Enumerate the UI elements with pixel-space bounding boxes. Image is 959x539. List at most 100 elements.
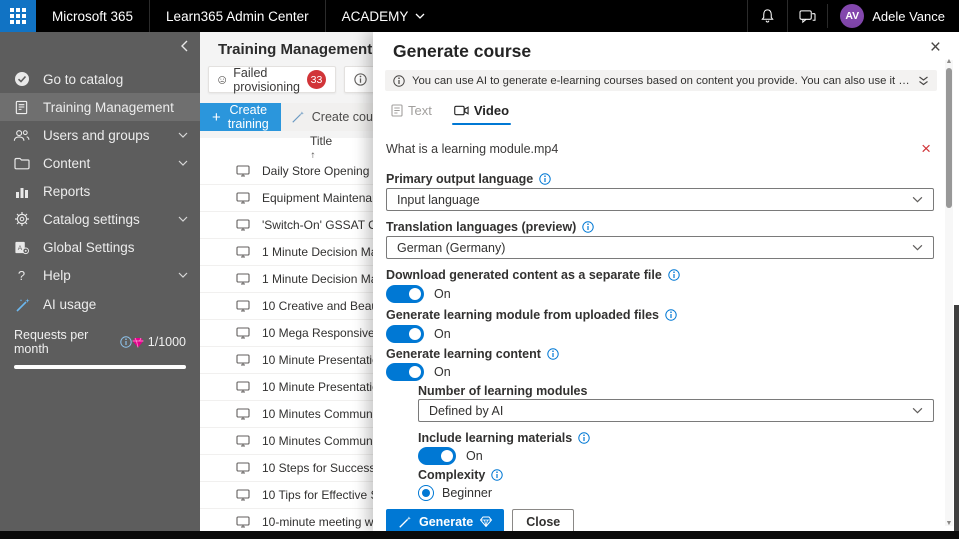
file-name: What is a learning module.mp4 — [386, 141, 559, 156]
course-screen-icon — [234, 271, 251, 288]
sidebar-item-reports[interactable]: Reports — [0, 177, 200, 205]
sidebar-item-global-settings[interactable]: A Global Settings — [0, 233, 200, 261]
list-item[interactable]: 10 Tips for Effective Speaking — [200, 482, 373, 509]
info-icon[interactable] — [547, 348, 559, 360]
global-settings-icon: A — [13, 239, 30, 256]
sidebar-item-catalog-settings[interactable]: Catalog settings — [0, 205, 200, 233]
text-document-icon — [391, 104, 403, 117]
num-modules-select[interactable]: Defined by AI — [418, 399, 934, 422]
dialog-scrollbar[interactable]: ▲ ▼ — [945, 58, 953, 528]
course-screen-icon — [234, 244, 251, 261]
notifications-button[interactable] — [747, 0, 787, 32]
tenant-switcher[interactable]: ACADEMY — [326, 0, 442, 32]
list-item[interactable]: 10 Minute Presentation Skills — [200, 347, 373, 374]
list-item[interactable]: 10 Minutes Communication Sk — [200, 428, 373, 455]
sidebar-item-users-and-groups[interactable]: Users and groups — [0, 121, 200, 149]
ai-usage-count: 1/1000 — [147, 335, 186, 349]
scroll-up-icon[interactable]: ▲ — [945, 58, 953, 66]
account-menu[interactable]: AV Adele Vance — [827, 4, 959, 28]
translation-languages-select[interactable]: German (Germany) — [386, 236, 934, 259]
close-dialog-icon[interactable]: × — [930, 38, 941, 57]
chevron-down-icon — [178, 132, 188, 138]
brand-microsoft365[interactable]: Microsoft 365 — [36, 0, 151, 32]
chevron-down-icon — [415, 13, 425, 19]
list-item[interactable]: 10-minute meeting warm-up — [200, 509, 373, 531]
collapse-sidebar-button[interactable] — [180, 40, 188, 52]
download-separate-toggle[interactable] — [386, 285, 424, 303]
chevron-down-icon — [912, 196, 923, 203]
generate-from-files-toggle[interactable] — [386, 325, 424, 343]
list-item[interactable]: Equipment Maintenance for R — [200, 185, 373, 212]
chevron-left-icon — [181, 40, 188, 52]
chevron-down-icon — [912, 407, 923, 414]
tab-text[interactable]: Text — [385, 99, 438, 125]
list-item[interactable]: Daily Store Opening Routines — [200, 158, 373, 185]
course-screen-icon — [234, 460, 251, 477]
remove-file-icon[interactable]: × — [921, 140, 931, 157]
list-item[interactable]: 10 Minutes Communication Sk — [200, 401, 373, 428]
scroll-down-icon[interactable]: ▼ — [945, 520, 953, 528]
waffle-grid-icon — [10, 8, 26, 24]
chat-icon — [799, 9, 816, 23]
list-item[interactable]: 10 Steps for Successful Apprai — [200, 455, 373, 482]
training-list: Daily Store Opening Routines Equipment M… — [200, 158, 373, 531]
checkmark-circle-icon — [13, 71, 30, 88]
sidebar-item-training-management[interactable]: Training Management — [0, 93, 200, 121]
info-icon[interactable] — [668, 269, 680, 281]
course-screen-icon — [234, 433, 251, 450]
generate-from-files-label: Generate learning module from uploaded f… — [386, 308, 677, 322]
chevron-down-icon — [912, 244, 923, 251]
bell-icon — [761, 9, 774, 23]
info-icon[interactable] — [665, 309, 677, 321]
gem-diamond-icon — [132, 337, 144, 348]
video-camera-icon — [454, 105, 469, 116]
scrollbar-thumb[interactable] — [946, 68, 952, 208]
course-screen-icon — [234, 325, 251, 342]
course-screen-icon — [234, 379, 251, 396]
list-item[interactable]: 1 Minute Decision Making — [200, 239, 373, 266]
feedback-button[interactable] — [787, 0, 827, 32]
question-mark-icon: ? — [17, 267, 26, 283]
training-clipboard-icon — [13, 99, 30, 116]
sidebar-item-go-to-catalog[interactable]: Go to catalog — [0, 65, 200, 93]
title-column-header[interactable]: Title ↑ — [200, 134, 373, 162]
ai-usage-progress-bar — [14, 365, 186, 369]
list-item[interactable]: 10 Minute Presentation Skills — [200, 374, 373, 401]
create-course-button[interactable]: Create course — [281, 103, 373, 131]
bottom-bar — [0, 531, 959, 539]
ai-usage-title: AI usage — [43, 297, 97, 312]
course-screen-icon — [234, 352, 251, 369]
course-screen-icon — [234, 406, 251, 423]
page-title: Training Management — [218, 41, 373, 58]
info-icon[interactable] — [120, 336, 132, 348]
chevron-down-icon — [178, 272, 188, 278]
list-item[interactable]: 'Switch-On' GSSAT Online — [200, 212, 373, 239]
tab-video[interactable]: Video — [448, 99, 515, 125]
sidebar-item-content[interactable]: Content — [0, 149, 200, 177]
primary-language-select[interactable]: Input language — [386, 188, 934, 211]
magic-wand-icon — [399, 515, 411, 528]
list-item[interactable]: 10 Creative and Beautiful Web — [200, 293, 373, 320]
app-launcher-icon[interactable] — [0, 0, 36, 32]
info-icon[interactable] — [578, 432, 590, 444]
info-icon[interactable] — [582, 221, 595, 233]
chevron-down-icon — [178, 160, 188, 166]
info-icon[interactable] — [491, 469, 504, 481]
user-name: Adele Vance — [872, 8, 945, 24]
topbar-right: AV Adele Vance — [747, 0, 959, 32]
generate-from-files-toggle-row: On — [386, 325, 451, 343]
list-item[interactable]: 10 Mega Responsive Websites — [200, 320, 373, 347]
include-materials-toggle[interactable] — [418, 447, 456, 465]
expand-banner-icon[interactable] — [918, 76, 929, 86]
generate-content-label: Generate learning content — [386, 347, 559, 361]
info-icon[interactable] — [539, 173, 551, 185]
failed-provisioning-card[interactable]: Failed provisioning 33 — [208, 66, 336, 94]
list-item[interactable]: 1 Minute Decision Making — [200, 266, 373, 293]
second-status-card[interactable]: E — [344, 66, 373, 93]
translation-languages-label: Translation languages (preview) — [386, 220, 595, 234]
app-title[interactable]: Learn365 Admin Center — [150, 0, 326, 32]
generate-content-toggle[interactable] — [386, 363, 424, 381]
create-training-button[interactable]: + Create training — [200, 103, 281, 131]
include-materials-label: Include learning materials — [418, 431, 590, 445]
complexity-beginner-option[interactable]: Beginner — [418, 485, 492, 501]
